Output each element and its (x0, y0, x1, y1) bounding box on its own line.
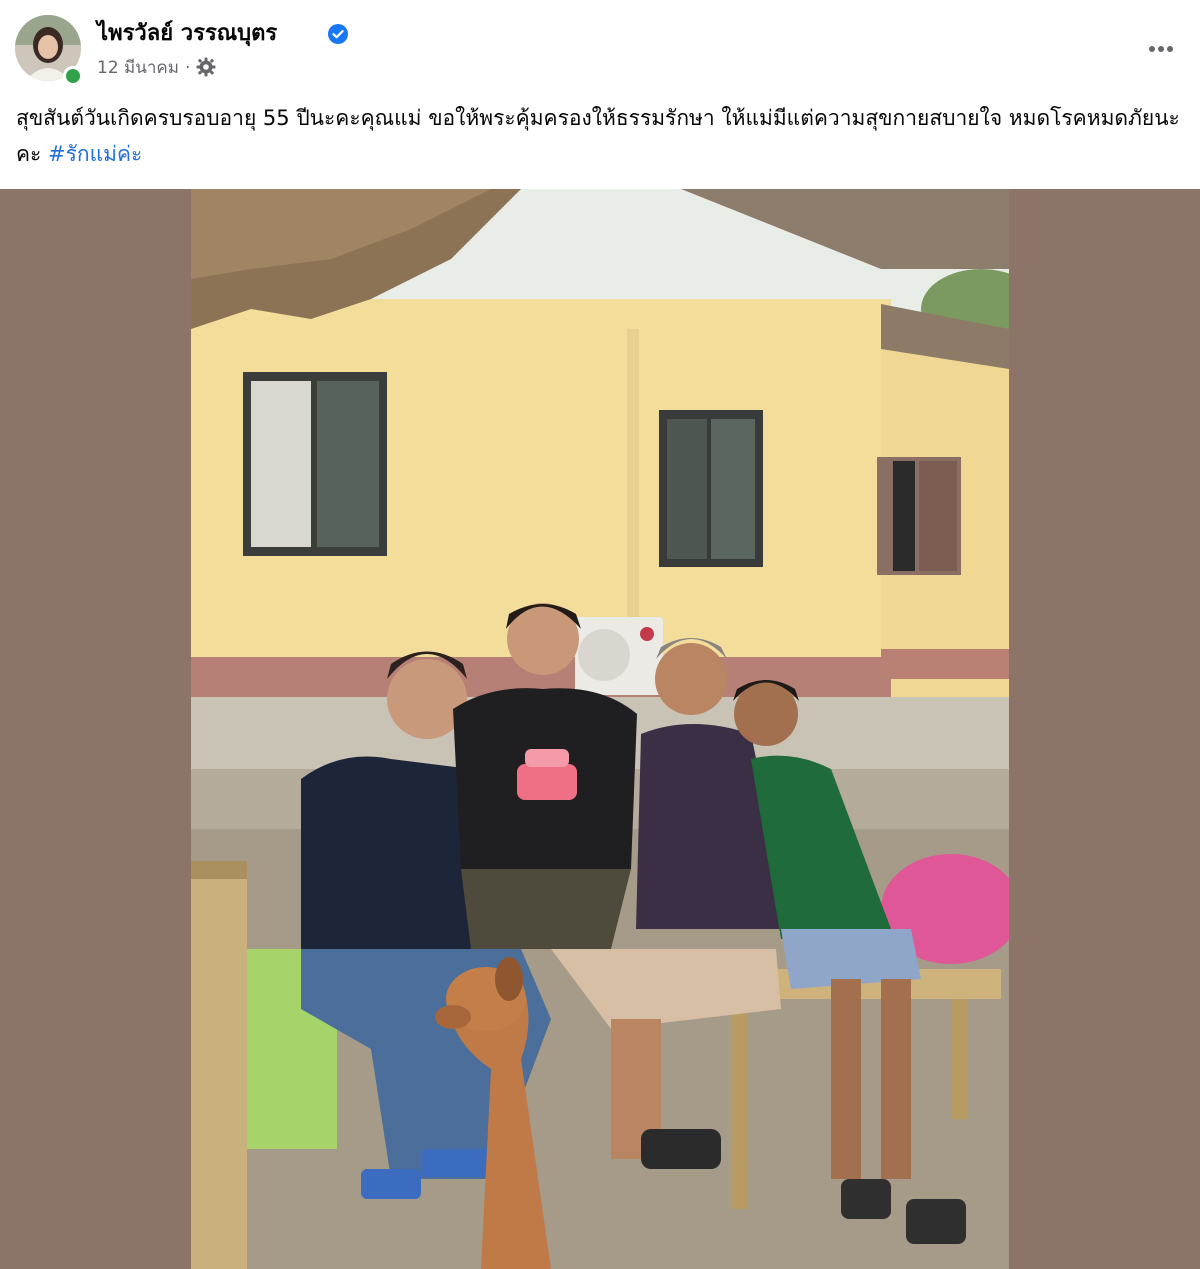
more-options-icon[interactable] (1146, 34, 1176, 64)
post-header: ไพรวัลย์ วรรณบุตร 12 มีนาคม · (0, 0, 1200, 92)
post-message: สุขสันต์วันเกิดครบรอบอายุ 55 ปีนะคะคุณแม… (16, 100, 1186, 172)
gear-icon[interactable] (196, 57, 216, 77)
post-photo[interactable] (191, 189, 1009, 1269)
facebook-post: ไพรวัลย์ วรรณบุตร 12 มีนาคม · สุขสันต์วั… (0, 0, 1200, 1269)
post-timestamp[interactable]: 12 มีนาคม (97, 58, 179, 78)
post-message-text: สุขสันต์วันเกิดครบรอบอายุ 55 ปีนะคะคุณแม… (16, 106, 1180, 166)
verified-badge-icon (328, 24, 348, 44)
online-status-dot (63, 66, 83, 86)
meta-separator: · (185, 58, 191, 78)
author-name[interactable]: ไพรวัลย์ วรรณบุตร (97, 20, 277, 48)
post-meta: 12 มีนาคม · (97, 56, 216, 80)
hashtag-link[interactable]: #รักแม่ค่ะ (48, 142, 142, 166)
post-media (0, 189, 1200, 1269)
